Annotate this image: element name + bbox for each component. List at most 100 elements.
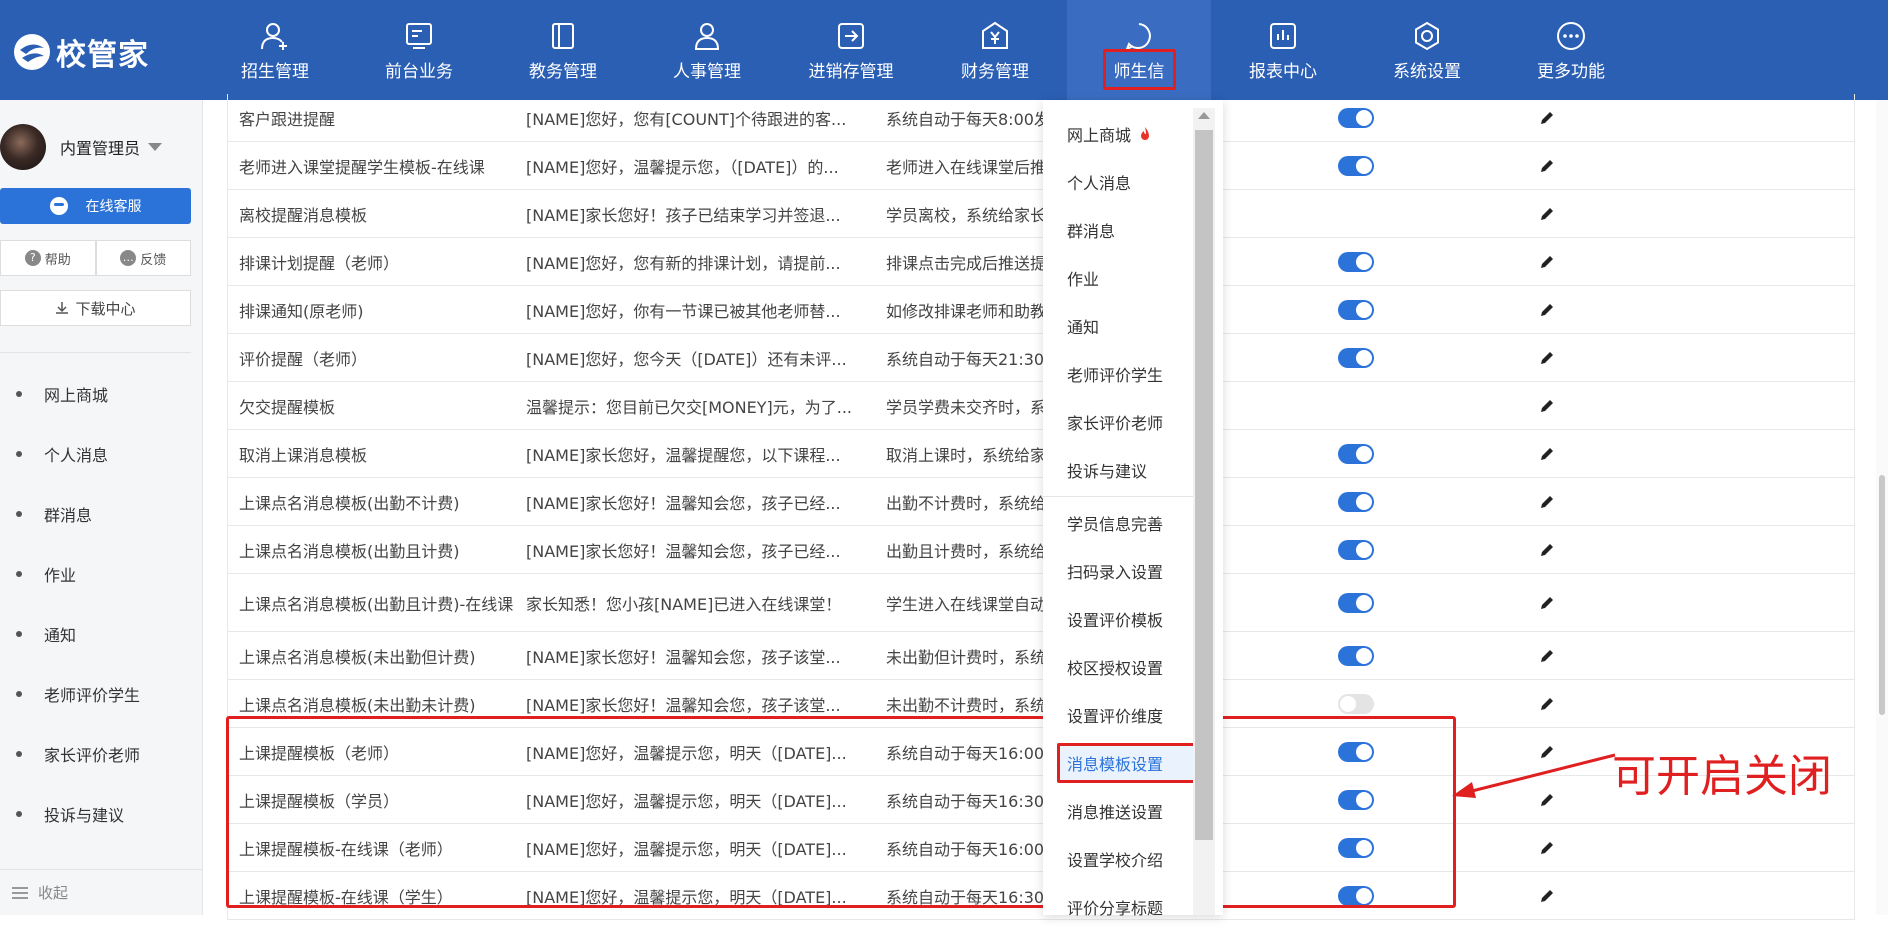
dropdown-item[interactable]: 家长评价老师	[1043, 398, 1198, 446]
edit-pencil-icon[interactable]	[1539, 595, 1555, 611]
nav-item-4[interactable]: 进销存管理	[779, 0, 923, 100]
nav-label: 系统设置	[1393, 62, 1461, 82]
template-name: 上课点名消息模板(出勤不计费)	[239, 493, 460, 513]
nav-item-9[interactable]: 更多功能	[1499, 0, 1643, 100]
edit-pencil-icon[interactable]	[1539, 206, 1555, 222]
toggle-knob	[1356, 349, 1372, 366]
toggle-cell	[1338, 382, 1378, 429]
sidebar-item[interactable]: 家长评价老师	[0, 724, 203, 784]
table-row: 取消上课消息模板 [NAME]家长您好，温馨提醒您，以下课程... 取消上课时，系统…	[227, 430, 1855, 478]
annotation-text: 可开启关闭	[1612, 751, 1832, 802]
dropdown-item[interactable]: 校区授权设置	[1043, 643, 1198, 691]
toggle-cell	[1338, 142, 1378, 189]
dropdown-item[interactable]: 设置学校介绍	[1043, 835, 1198, 883]
customer-service-icon	[49, 197, 68, 215]
sidebar-item[interactable]: 个人消息	[0, 424, 203, 484]
enable-toggle[interactable]	[1338, 443, 1374, 464]
more-icon	[1557, 22, 1585, 50]
dropdown-item-label: 通知	[1067, 318, 1100, 337]
page-scrollbar[interactable]	[1876, 100, 1888, 915]
template-name: 排课通知(原老师)	[239, 301, 364, 321]
page-scroll-thumb[interactable]	[1879, 475, 1885, 715]
edit-pencil-icon[interactable]	[1539, 696, 1555, 712]
download-center-label: 下载中心	[75, 299, 136, 318]
dropdown-item[interactable]: 设置评价维度	[1043, 691, 1198, 739]
sidebar-item[interactable]: 老师评价学生	[0, 664, 203, 724]
dropdown-scrollbar[interactable]	[1193, 108, 1215, 915]
bullet-icon	[16, 811, 22, 817]
dropdown-item[interactable]: 个人消息	[1043, 158, 1198, 206]
sidebar-item[interactable]: 网上商城	[0, 364, 203, 424]
enable-toggle[interactable]	[1338, 347, 1374, 368]
edit-cell	[1539, 142, 1559, 189]
dropdown-item[interactable]: 投诉与建议	[1043, 446, 1198, 494]
edit-cell	[1539, 334, 1559, 381]
dropdown-item[interactable]: 作业	[1043, 254, 1198, 302]
dropdown-item[interactable]: 通知	[1043, 302, 1198, 350]
enable-toggle[interactable]	[1338, 539, 1374, 560]
sidebar-item-label: 家长评价老师	[44, 746, 141, 765]
edit-pencil-icon[interactable]	[1539, 110, 1555, 126]
edit-pencil-icon[interactable]	[1539, 494, 1555, 510]
sidebar-item[interactable]: 群消息	[0, 484, 203, 544]
dropdown-item-label: 校区授权设置	[1067, 659, 1164, 678]
template-name: 评价提醒（老师）	[239, 349, 368, 369]
sidebar-item[interactable]: 投诉与建议	[0, 784, 203, 844]
toggle-knob	[1356, 594, 1372, 611]
enable-toggle[interactable]	[1338, 592, 1374, 613]
dropdown-scroll-thumb[interactable]	[1195, 130, 1213, 840]
edit-pencil-icon[interactable]	[1539, 446, 1555, 462]
edit-pencil-icon[interactable]	[1539, 302, 1555, 318]
enable-toggle[interactable]	[1338, 107, 1374, 128]
dropdown-item[interactable]: 扫码录入设置	[1043, 547, 1198, 595]
enable-toggle[interactable]	[1338, 251, 1374, 272]
enable-toggle[interactable]	[1338, 645, 1374, 666]
fire-icon	[1141, 127, 1150, 140]
edit-pencil-icon[interactable]	[1539, 888, 1555, 904]
enable-toggle[interactable]	[1338, 491, 1374, 512]
sidebar-item[interactable]: 通知	[0, 604, 203, 664]
nav-item-5[interactable]: 财务管理	[923, 0, 1067, 100]
toggle-knob	[1356, 157, 1372, 174]
collapse-button[interactable]: 收起	[0, 869, 203, 915]
dropdown-item[interactable]: 学员信息完善	[1043, 499, 1198, 547]
avatar[interactable]	[0, 124, 46, 170]
table-row: 欠交提醒模板 温馨提示：您目前已欠交[MONEY]元，为了... 学员学费未交齐时，…	[227, 382, 1855, 430]
nav-item-6[interactable]: 师生信	[1067, 0, 1211, 100]
nav-item-0[interactable]: 招生管理	[203, 0, 347, 100]
dropdown-item[interactable]: 老师评价学生	[1043, 350, 1198, 398]
collapse-icon	[12, 886, 28, 899]
sidebar-item[interactable]: 作业	[0, 544, 203, 604]
enable-toggle[interactable]	[1338, 155, 1374, 176]
edit-pencil-icon[interactable]	[1539, 542, 1555, 558]
edit-pencil-icon[interactable]	[1539, 648, 1555, 664]
dropdown-item-label: 消息模板设置	[1067, 755, 1164, 774]
table-row: 离校提醒消息模板 [NAME]家长您好！孩子已结束学习并签退... 学员离校，系统给…	[227, 190, 1855, 238]
nav-item-1[interactable]: 前台业务	[347, 0, 491, 100]
dropdown-item[interactable]: 消息推送设置	[1043, 787, 1198, 835]
download-center-button[interactable]: 下载中心	[0, 290, 191, 326]
edit-pencil-icon[interactable]	[1539, 350, 1555, 366]
enable-toggle[interactable]	[1338, 693, 1374, 714]
feedback-button[interactable]: … 反馈	[95, 240, 191, 276]
edit-pencil-icon[interactable]	[1539, 158, 1555, 174]
dropdown-item[interactable]: 设置评价模板	[1043, 595, 1198, 643]
dropdown-item[interactable]: 群消息	[1043, 206, 1198, 254]
enable-toggle[interactable]	[1338, 299, 1374, 320]
nav-item-8[interactable]: 系统设置	[1355, 0, 1499, 100]
scroll-up-icon[interactable]	[1198, 112, 1210, 119]
edit-pencil-icon[interactable]	[1539, 840, 1555, 856]
dropdown-item[interactable]: 评价分享标题	[1043, 883, 1198, 931]
dropdown-item[interactable]: 消息模板设置	[1057, 743, 1197, 783]
app-logo[interactable]: 校管家	[12, 30, 149, 74]
nav-item-7[interactable]: 报表中心	[1211, 0, 1355, 100]
user-profile[interactable]: 内置管理员	[0, 122, 203, 172]
edit-pencil-icon[interactable]	[1539, 398, 1555, 414]
dropdown-item[interactable]: 网上商城	[1043, 110, 1198, 158]
nav-item-2[interactable]: 教务管理	[491, 0, 635, 100]
chevron-down-icon[interactable]	[148, 143, 163, 151]
edit-pencil-icon[interactable]	[1539, 254, 1555, 270]
help-button[interactable]: ? 帮助	[0, 240, 96, 276]
nav-item-3[interactable]: 人事管理	[635, 0, 779, 100]
online-service-button[interactable]: 在线客服	[0, 188, 191, 224]
